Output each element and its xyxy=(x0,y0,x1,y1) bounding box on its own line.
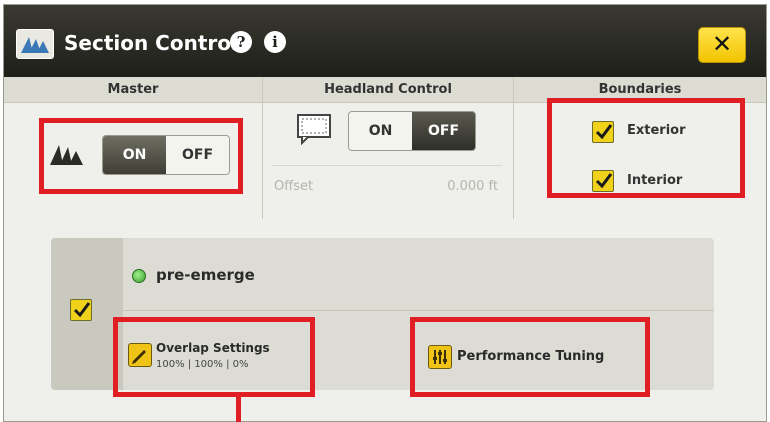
headland-off-option[interactable]: OFF xyxy=(412,112,475,150)
section-control-app-icon xyxy=(16,29,54,59)
highlight-overlap-settings xyxy=(113,317,315,397)
offset-label: Offset xyxy=(274,179,314,194)
column-divider xyxy=(262,77,263,219)
title-bar: Section Control ? i ✕ xyxy=(4,5,766,77)
highlight-performance-tuning xyxy=(410,317,650,397)
window-title: Section Control xyxy=(64,31,238,55)
product-status-icon xyxy=(132,269,146,283)
headland-column-header: Headland Control xyxy=(263,77,513,103)
highlight-boundaries xyxy=(547,98,745,198)
highlight-master xyxy=(39,118,243,194)
offset-value[interactable]: 0.000 ft xyxy=(408,179,498,194)
column-divider xyxy=(513,77,514,219)
highlight-pointer-line xyxy=(236,395,241,422)
close-button[interactable]: ✕ xyxy=(698,27,746,63)
help-icon[interactable]: ? xyxy=(230,31,252,53)
headland-toggle[interactable]: ON OFF xyxy=(348,111,476,151)
offset-divider xyxy=(272,165,502,166)
headland-on-option[interactable]: ON xyxy=(349,112,412,150)
info-icon[interactable]: i xyxy=(264,31,286,53)
headland-boundary-icon xyxy=(296,113,332,149)
product-enable-checkbox[interactable] xyxy=(70,299,92,321)
checkmark-icon xyxy=(73,302,91,318)
row-divider xyxy=(123,310,714,311)
product-name: pre-emerge xyxy=(156,266,255,284)
master-column-header: Master xyxy=(4,77,262,103)
